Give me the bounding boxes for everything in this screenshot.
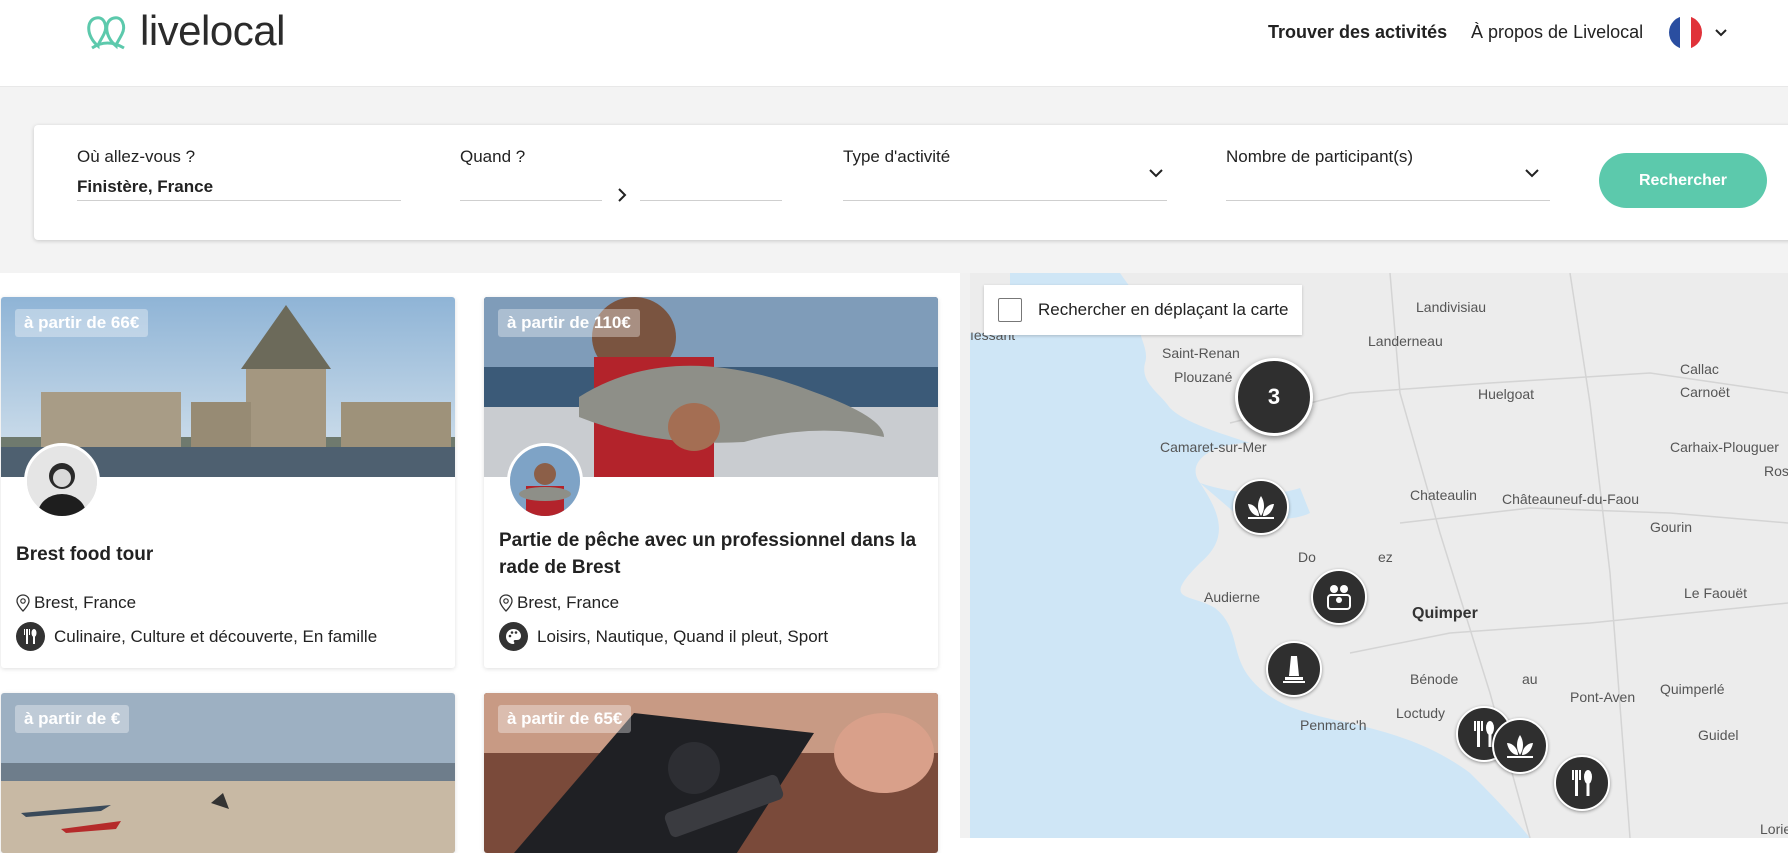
date-end-input[interactable]: [640, 200, 782, 201]
map-place-label: Carhaix-Plouguer: [1670, 439, 1779, 455]
map[interactable]: Landivisiau ıessant Landerneau Saint-Ren…: [970, 273, 1788, 838]
nav-about[interactable]: À propos de Livelocal: [1471, 22, 1643, 43]
logo[interactable]: livelocal: [84, 10, 285, 52]
activity-card[interactable]: à partir de 65€: [484, 693, 938, 853]
when-label: Quand ?: [460, 147, 526, 166]
monument-icon[interactable]: [1266, 641, 1322, 697]
activity-title[interactable]: Partie de pêche avec un professionnel da…: [499, 527, 924, 581]
search-button[interactable]: Rechercher: [1599, 153, 1767, 208]
palette-icon: [499, 622, 528, 651]
map-place-label: Audierne: [1204, 589, 1261, 605]
map-place-label: Landerneau: [1368, 333, 1443, 349]
logo-text: livelocal: [140, 7, 285, 54]
map-place-label: Pont-Aven: [1570, 689, 1636, 705]
map-place-label: Carnoët: [1680, 384, 1730, 400]
map-place-label: Do: [1298, 549, 1316, 565]
location-text: Brest, France: [34, 593, 137, 612]
chevron-right-icon: [618, 188, 627, 202]
activity-card[interactable]: à partir de €: [1, 693, 455, 853]
map-place-label: Le Faouët: [1684, 585, 1748, 601]
map-place-label: au: [1522, 671, 1538, 687]
chevron-down-icon[interactable]: [1148, 165, 1164, 181]
activity-location: Brest, France: [16, 593, 136, 613]
map-cluster-marker[interactable]: 3: [1235, 358, 1313, 436]
avatar: [507, 443, 583, 519]
activity-title[interactable]: Brest food tour: [16, 541, 441, 568]
categories-text: Culinaire, Culture et découverte, En fam…: [54, 626, 378, 646]
results-scrollbar[interactable]: [960, 273, 970, 838]
location-pin-icon: [499, 594, 513, 612]
activity-card[interactable]: à partir de 66€ Brest food tour Brest, F…: [1, 297, 455, 668]
activity-card[interactable]: à partir de 110€ Partie de pêche avec un…: [484, 297, 938, 668]
activity-location: Brest, France: [499, 593, 619, 613]
map-place-label: Chateaulin: [1410, 487, 1477, 503]
map-place-label: Lorie: [1760, 821, 1788, 837]
search-on-map-move-toggle[interactable]: Rechercher en déplaçant la carte: [984, 285, 1302, 335]
activity-categories: Culinaire, Culture et découverte, En fam…: [16, 622, 377, 651]
where-underline: [77, 200, 401, 201]
lotus-icon[interactable]: [1492, 718, 1548, 774]
map-place-label: Quimperlé: [1660, 681, 1725, 697]
family-icon[interactable]: [1311, 569, 1367, 625]
map-place-label: Gourin: [1650, 519, 1693, 535]
avatar: [24, 443, 100, 519]
type-select[interactable]: [843, 200, 1167, 201]
categories-text: Loisirs, Nautique, Quand il pleut, Sport: [537, 626, 829, 646]
date-start-input[interactable]: [460, 200, 602, 201]
activity-categories: Loisirs, Nautique, Quand il pleut, Sport: [499, 622, 828, 651]
map-place-label: Landivisiau: [1416, 299, 1487, 315]
map-place-label: Camaret-sur-Mer: [1160, 439, 1267, 455]
price-badge: à partir de 110€: [498, 309, 640, 337]
activity-photo: à partir de 65€: [484, 693, 938, 853]
map-place-label: ez: [1378, 549, 1393, 565]
map-place-label: Bénode: [1410, 671, 1459, 687]
activity-photo: à partir de €: [1, 693, 455, 853]
price-badge: à partir de 66€: [15, 309, 149, 337]
map-place-label: Huelgoat: [1478, 386, 1535, 402]
map-place-label: Guidel: [1698, 727, 1739, 743]
fork-knife-icon: [16, 622, 45, 651]
type-label: Type d'activité: [843, 147, 951, 166]
map-place-label: Saint-Renan: [1162, 345, 1240, 361]
livelocal-logo-icon: [87, 16, 126, 50]
map-place-label: Loctudy: [1396, 705, 1446, 721]
price-badge: à partir de 65€: [498, 705, 632, 733]
chevron-down-icon[interactable]: [1524, 165, 1540, 181]
search-on-move-label: Rechercher en déplaçant la carte: [1038, 300, 1289, 319]
map-place-label: Ros: [1764, 463, 1788, 479]
flag-fr-icon[interactable]: [1669, 16, 1702, 49]
fork-knife-icon[interactable]: [1554, 755, 1610, 811]
header: livelocal Trouver des activités À propos…: [0, 0, 1788, 87]
lotus-icon[interactable]: [1233, 479, 1289, 535]
nav-find-activities[interactable]: Trouver des activités: [1268, 22, 1447, 43]
search-form: Où allez-vous ? Finistère, France Quand …: [34, 125, 1788, 240]
search-on-move-checkbox[interactable]: [998, 298, 1022, 322]
location-text: Brest, France: [517, 593, 620, 612]
participants-label: Nombre de participant(s): [1226, 147, 1414, 166]
map-place-label: Quimper: [1412, 605, 1478, 622]
price-badge: à partir de €: [15, 705, 130, 733]
where-input[interactable]: Finistère, France: [77, 177, 213, 197]
map-place-label: Plouzané: [1174, 369, 1233, 385]
participants-select[interactable]: [1226, 200, 1550, 201]
map-place-label: Châteauneuf-du-Faou: [1502, 491, 1639, 507]
where-label: Où allez-vous ?: [77, 147, 196, 166]
map-place-label: Penmarc'h: [1300, 717, 1367, 733]
location-pin-icon: [16, 594, 30, 612]
chevron-down-icon[interactable]: [1714, 26, 1728, 40]
map-place-label: Callac: [1680, 361, 1719, 377]
